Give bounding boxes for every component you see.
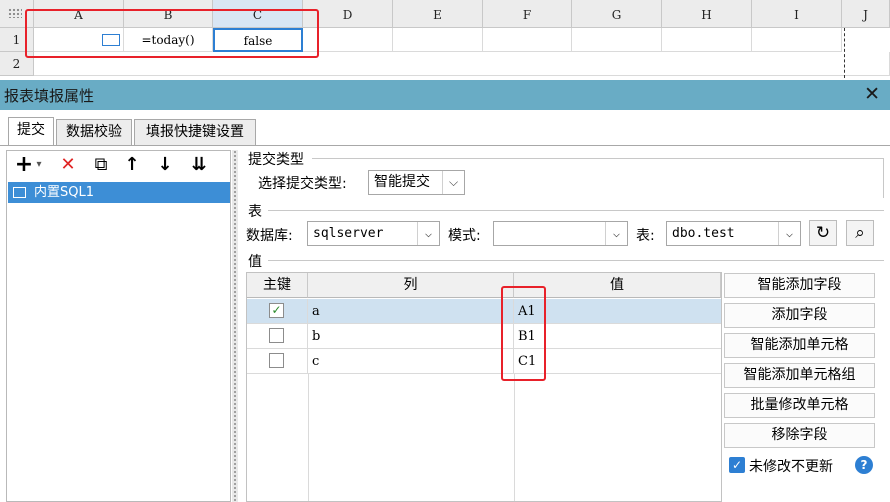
tab-shortcut-settings[interactable]: 填报快捷键设置 (134, 119, 256, 146)
add-icon[interactable]: + (13, 153, 35, 177)
remove-field-button[interactable]: 移除字段 (724, 423, 875, 448)
key-cell (247, 324, 308, 349)
database-label: 数据库: (246, 228, 293, 244)
tab-submit[interactable]: 提交 (8, 117, 54, 146)
delete-icon[interactable]: ✕ (57, 153, 79, 177)
refresh-icon: ↻ (815, 223, 831, 243)
mode-select[interactable]: ⌵ (493, 221, 628, 246)
preview-table-button[interactable]: ⌕ (846, 220, 874, 246)
tab-data-validation[interactable]: 数据校验 (56, 119, 132, 146)
splitter-grip-icon (233, 150, 237, 502)
smart-add-cell-group-button[interactable]: 智能添加单元格组 (724, 363, 875, 388)
section-divider (312, 158, 884, 159)
submit-list-panel: + ▾ ✕ ⧉ ↑ ↓ ⇊ 内置SQL1 (6, 150, 231, 502)
primary-key-checkbox[interactable] (269, 328, 284, 343)
column-divider (514, 374, 515, 501)
highlight-box-values (501, 286, 546, 381)
copy-icon[interactable]: ⧉ (89, 153, 113, 177)
field-mapping-table: 主键 列 值 ✓ a A1 b B1 c C1 (246, 272, 722, 502)
help-icon[interactable]: ? (855, 456, 873, 474)
database-value: sqlserver (313, 226, 384, 241)
cell-i1[interactable] (752, 28, 842, 52)
column-header-e[interactable]: E (393, 0, 483, 28)
submit-type-value: 智能提交 (374, 174, 430, 190)
tab-divider (0, 145, 890, 146)
chevron-down-icon: ⌵ (778, 222, 800, 245)
grip-icon (8, 8, 22, 18)
header-column[interactable]: 列 (308, 273, 514, 298)
table-row[interactable]: ✓ a A1 (247, 299, 721, 324)
table-row[interactable]: b B1 (247, 324, 721, 349)
column-cell[interactable]: a (308, 299, 514, 324)
smart-add-cells-button[interactable]: 智能添加单元格 (724, 333, 875, 358)
table-label: 表: (636, 228, 655, 244)
table-value: dbo.test (672, 226, 735, 241)
sql-table-icon (13, 187, 26, 198)
add-caret-icon[interactable]: ▾ (34, 153, 44, 177)
value-section-title: 值 (248, 254, 262, 270)
no-update-checkbox[interactable]: ✓ (729, 457, 745, 473)
chevron-down-icon: ⌵ (605, 222, 627, 245)
page-break-line (844, 28, 845, 78)
list-item-sql1[interactable]: 内置SQL1 (8, 182, 230, 203)
move-down-icon[interactable]: ↓ (154, 153, 176, 177)
cell-f1[interactable] (483, 28, 572, 52)
chevron-down-icon: ⌵ (442, 171, 464, 194)
close-icon[interactable]: ✕ (864, 83, 880, 105)
preview-icon: ⌕ (855, 223, 865, 243)
spreadsheet-area: A B C D E F G H I J 1 2 =today() false (0, 0, 890, 80)
header-primary-key[interactable]: 主键 (247, 273, 308, 298)
column-divider (308, 374, 309, 501)
cell-g1[interactable] (572, 28, 662, 52)
mode-label: 模式: (448, 228, 481, 244)
column-header-h[interactable]: H (662, 0, 752, 28)
key-cell (247, 349, 308, 374)
pane-splitter[interactable] (232, 150, 238, 502)
table-row[interactable]: c C1 (247, 349, 721, 374)
section-divider (268, 210, 884, 211)
submit-type-label: 选择提交类型: (258, 176, 347, 192)
add-field-button[interactable]: 添加字段 (724, 303, 875, 328)
primary-key-checkbox[interactable]: ✓ (269, 303, 284, 318)
cell-e1[interactable] (393, 28, 483, 52)
column-header-j[interactable]: J (842, 0, 890, 28)
no-update-label: 未修改不更新 (749, 459, 833, 475)
column-cell[interactable]: b (308, 324, 514, 349)
highlight-box-cells (25, 9, 319, 58)
chevron-down-icon: ⌵ (417, 222, 439, 245)
list-item-label: 内置SQL1 (34, 185, 94, 200)
dialog-titlebar: 报表填报属性 ✕ (0, 80, 890, 110)
section-border (883, 158, 884, 198)
cell-h1[interactable] (662, 28, 752, 52)
dialog-title: 报表填报属性 (4, 87, 95, 105)
column-header-g[interactable]: G (572, 0, 662, 28)
key-cell: ✓ (247, 299, 308, 324)
refresh-button[interactable]: ↻ (809, 220, 837, 246)
table-select[interactable]: dbo.test ⌵ (666, 221, 801, 246)
submit-type-section-title: 提交类型 (248, 152, 304, 168)
move-up-icon[interactable]: ↑ (121, 153, 143, 177)
primary-key-checkbox[interactable] (269, 353, 284, 368)
table-section-title: 表 (248, 204, 262, 220)
column-cell[interactable]: c (308, 349, 514, 374)
batch-modify-cells-button[interactable]: 批量修改单元格 (724, 393, 875, 418)
column-header-f[interactable]: F (483, 0, 572, 28)
database-select[interactable]: sqlserver ⌵ (307, 221, 440, 246)
move-bottom-icon[interactable]: ⇊ (187, 153, 211, 177)
column-header-i[interactable]: I (752, 0, 842, 28)
smart-add-fields-button[interactable]: 智能添加字段 (724, 273, 875, 298)
submit-type-select[interactable]: 智能提交 ⌵ (368, 170, 465, 195)
section-divider (268, 260, 884, 261)
